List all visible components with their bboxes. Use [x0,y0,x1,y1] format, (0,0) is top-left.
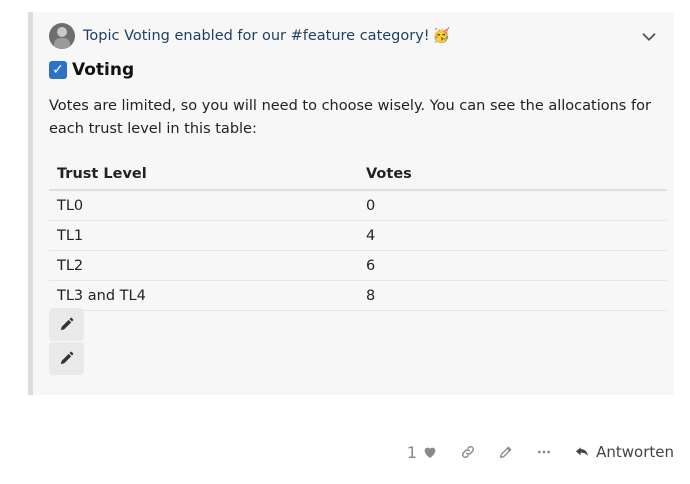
table-row: TL1 4 [49,220,667,251]
edit-table-button[interactable] [49,308,84,341]
more-actions-button[interactable] [536,444,552,460]
table-cell: TL1 [49,220,358,251]
chevron-down-icon[interactable] [638,26,660,48]
avatar[interactable] [49,23,75,49]
table-cell: 6 [358,250,667,281]
quote-title[interactable]: Topic Voting enabled for our #feature ca… [83,28,430,44]
table-row: TL0 0 [49,190,667,221]
trust-level-table: Trust Level Votes TL0 0 TL1 4 TL2 6 TL3 … [49,159,667,311]
reply-icon [576,447,589,456]
table-cell: 8 [358,280,667,311]
like-count[interactable]: 1 [407,443,417,462]
heart-icon [424,447,436,458]
table-header-row: Trust Level Votes [49,159,667,191]
pencil-icon [60,351,74,365]
ellipsis-icon [538,450,551,454]
pencil-icon [500,446,512,458]
copy-link-button[interactable] [460,444,476,460]
party-emoji: 🥳 [432,28,451,44]
checkbox-icon: ✓ [49,61,67,79]
table-cell: TL3 and TL4 [49,280,358,311]
table-cell: TL0 [49,190,358,221]
quote-header[interactable]: Topic Voting enabled for our #feature ca… [49,22,664,50]
edit-post-button[interactable] [498,444,514,460]
reply-button[interactable]: Antworten [574,443,674,461]
like-button[interactable]: 1 [407,443,438,462]
table-row: TL2 6 [49,250,667,281]
link-icon [462,446,475,458]
column-header-votes: Votes [358,159,667,191]
body-paragraph: Votes are limited, so you will need to c… [49,98,651,137]
column-header-trust-level: Trust Level [49,159,358,191]
edit-section-button[interactable] [49,342,84,375]
table-cell: 4 [358,220,667,251]
section-heading: ✓ Voting [49,60,134,80]
table-cell: TL2 [49,250,358,281]
pencil-icon [60,317,74,331]
table-row: TL3 and TL4 8 [49,280,667,311]
post-actions: 1 Antworten [385,440,674,464]
quote-block: Topic Voting enabled for our #feature ca… [28,12,674,395]
reply-label[interactable]: Antworten [596,443,674,461]
heading-text: Voting [72,60,135,80]
table-cell: 0 [358,190,667,221]
